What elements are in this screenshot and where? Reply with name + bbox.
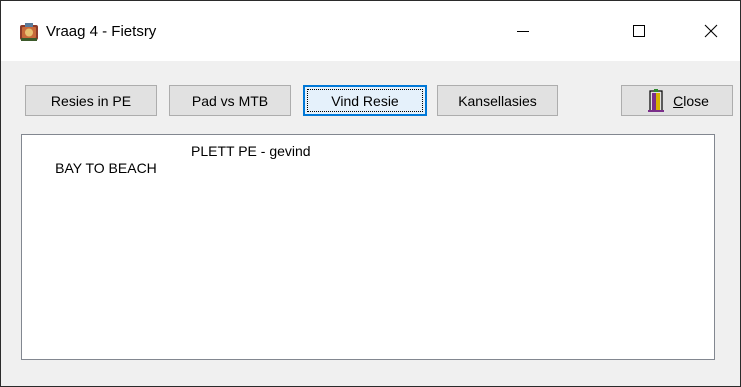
door-exit-icon <box>648 88 665 112</box>
memo-line-col1: BAY TO BEACH <box>55 160 157 176</box>
resies-in-pe-button[interactable]: Resies in PE <box>25 85 157 116</box>
maximize-icon <box>633 25 645 37</box>
app-window: Vraag 4 - Fietsry Resies in PE Pad vs MT… <box>0 0 741 387</box>
minimize-icon <box>517 31 529 32</box>
window-close-button[interactable] <box>682 1 740 61</box>
results-memo[interactable]: BAY TO BEACH PLETT PE - gevind <box>21 134 715 360</box>
close-icon <box>704 24 718 38</box>
kansellasies-button[interactable]: Kansellasies <box>437 85 558 116</box>
pad-vs-mtb-button[interactable]: Pad vs MTB <box>169 85 291 116</box>
title-bar[interactable]: Vraag 4 - Fietsry <box>1 1 740 61</box>
window-title: Vraag 4 - Fietsry <box>46 23 157 40</box>
vind-resie-button[interactable]: Vind Resie <box>303 85 427 116</box>
vind-resie-label: Vind Resie <box>331 92 399 109</box>
minimize-button[interactable] <box>494 1 552 61</box>
kansellasies-label: Kansellasies <box>458 92 537 109</box>
pad-vs-mtb-label: Pad vs MTB <box>191 92 269 109</box>
close-label: Close <box>673 92 709 109</box>
memo-line-col2: PLETT PE - gevind <box>191 143 311 159</box>
app-icon[interactable] <box>19 22 39 42</box>
maximize-button[interactable] <box>610 1 668 61</box>
resies-in-pe-label: Resies in PE <box>50 92 132 109</box>
form-client-area: Resies in PE Pad vs MTB Vind Resie Kanse… <box>1 61 740 386</box>
memo-line: BAY TO BEACH PLETT PE - gevind <box>24 143 310 211</box>
close-button[interactable]: Close <box>621 85 733 116</box>
